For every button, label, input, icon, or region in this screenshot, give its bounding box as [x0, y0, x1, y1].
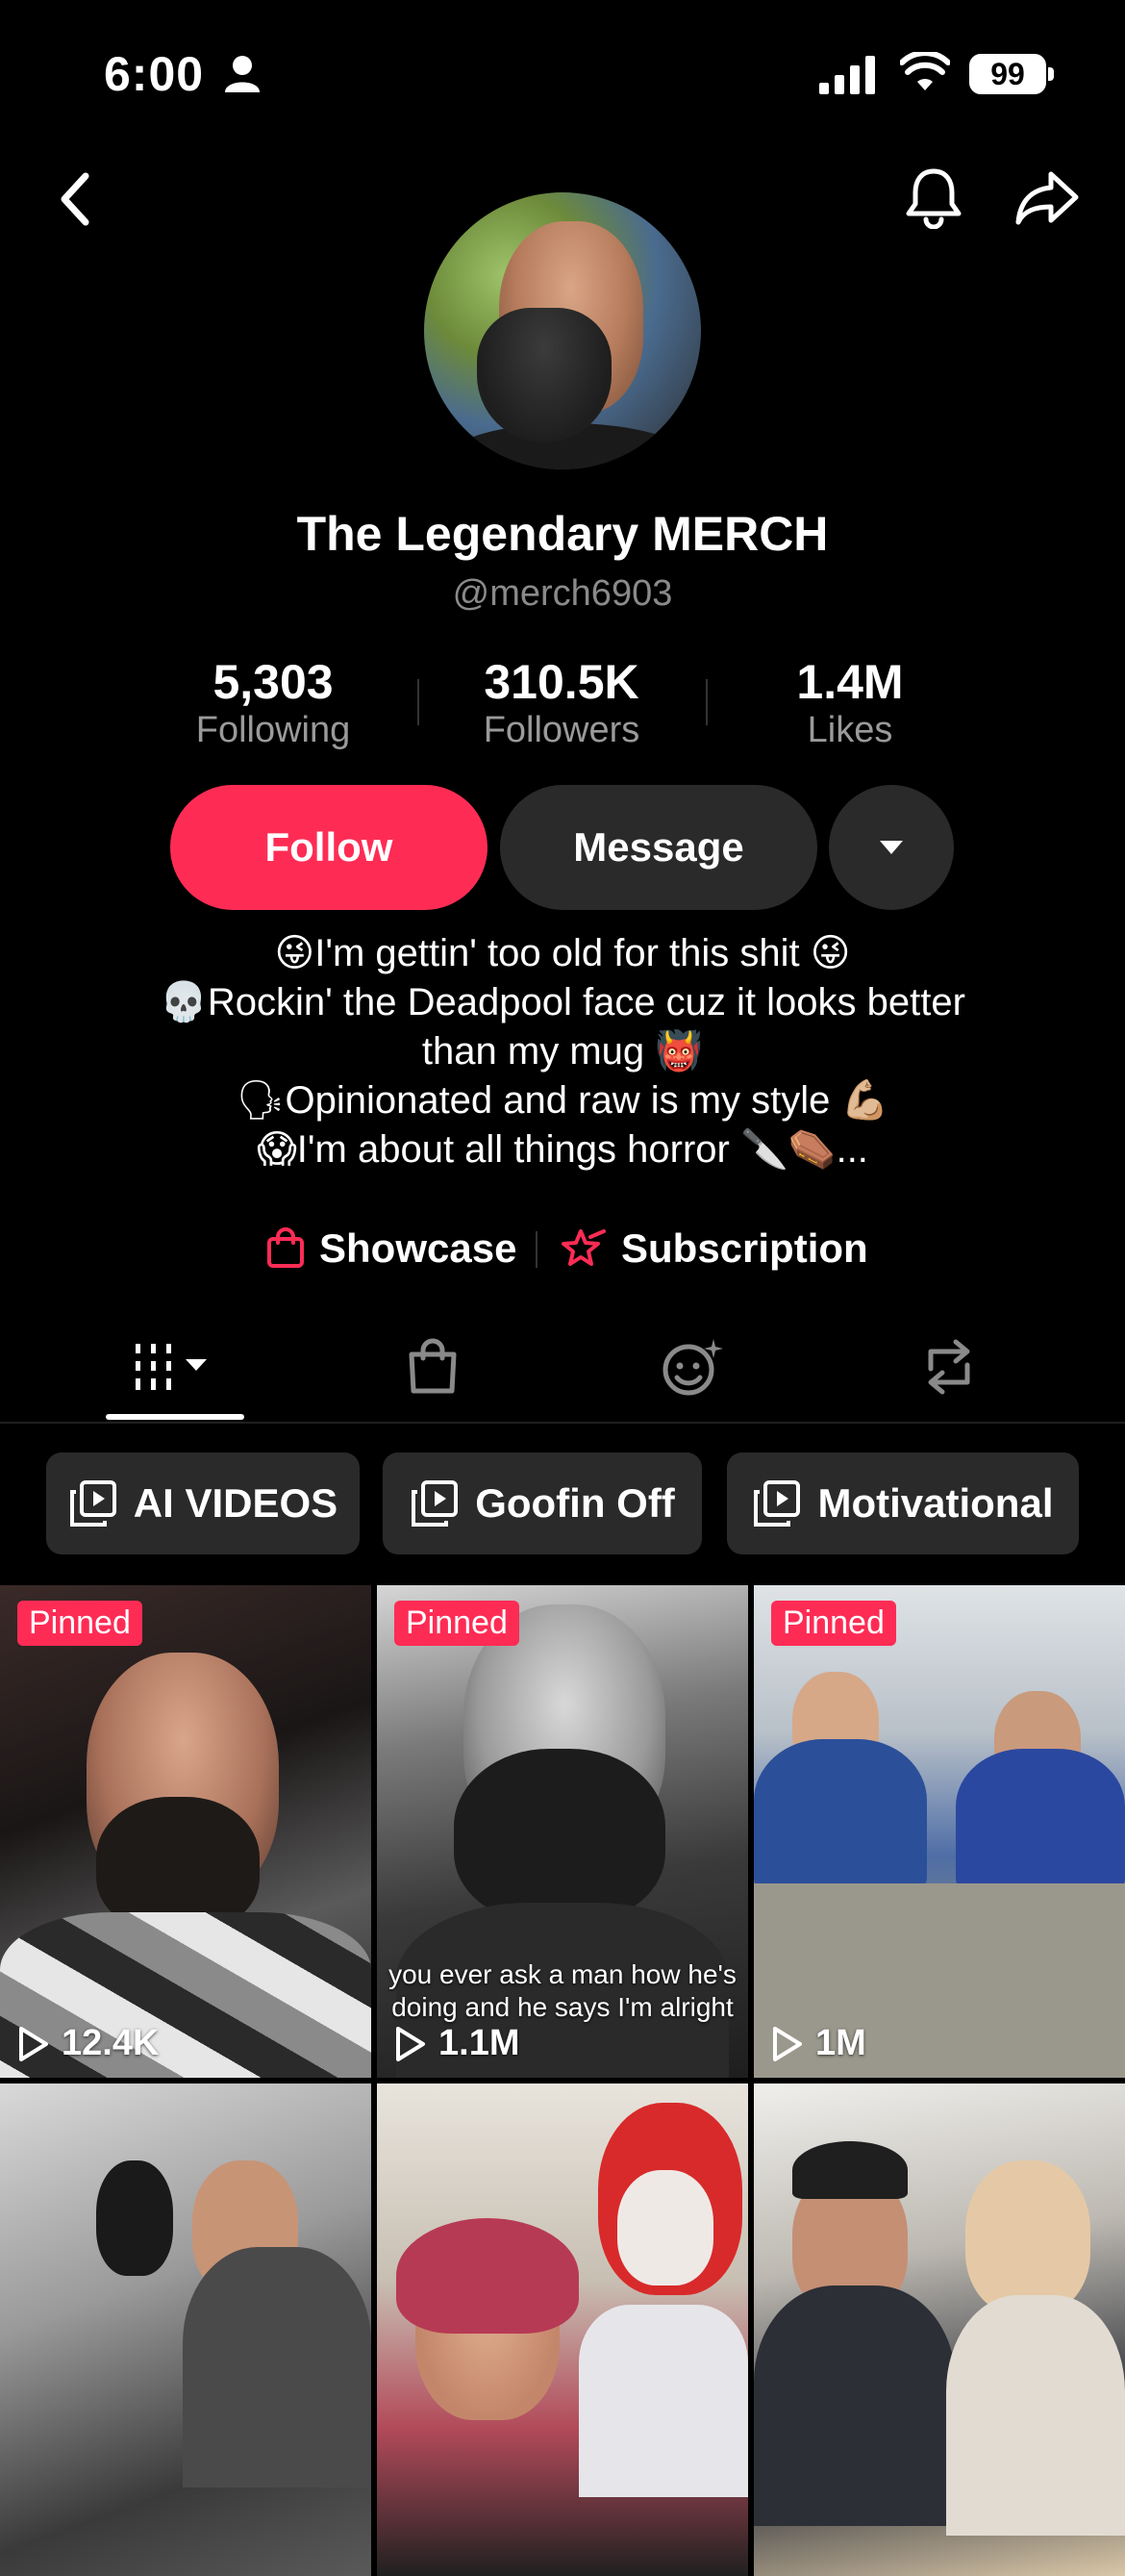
shopping-bag-icon	[267, 1227, 304, 1268]
bio-line: 😱I'm about all things horror 🔪⚰️...	[257, 1128, 868, 1171]
liked-icon	[662, 1339, 723, 1396]
playlist-icon	[412, 1480, 459, 1527]
display-name: The Legendary MERCH	[296, 507, 829, 561]
video-thumbnail[interactable]: Pinned you ever ask a man how he's doing…	[377, 1585, 748, 2078]
following-count: 5,303	[212, 655, 334, 709]
playlist-ai-videos[interactable]: AI VIDEOS	[46, 1452, 360, 1554]
followers-stat[interactable]: 310.5K Followers	[417, 654, 706, 751]
video-thumbnail[interactable]: Pinned 1M	[754, 1585, 1125, 2078]
play-icon	[773, 2026, 802, 2061]
tab-shop[interactable]	[356, 1324, 510, 1410]
video-thumbnail[interactable]: Pinned 12.4K	[0, 1585, 371, 2078]
bell-icon	[906, 168, 962, 229]
tab-liked[interactable]	[615, 1324, 769, 1410]
chevron-left-icon	[61, 172, 89, 226]
tab-videos[interactable]	[96, 1324, 250, 1410]
back-button[interactable]	[42, 165, 110, 233]
video-thumbnail[interactable]	[377, 2084, 748, 2576]
username: @merch6903	[452, 573, 673, 614]
subscription-label: Subscription	[621, 1225, 868, 1271]
showcase-label: Showcase	[319, 1225, 517, 1271]
wifi-icon	[900, 52, 950, 90]
play-icon	[396, 2026, 425, 2061]
likes-label: Likes	[807, 710, 893, 750]
playlist-label: Motivational	[817, 1480, 1054, 1526]
playlist-motivational[interactable]: Motivational	[727, 1452, 1079, 1554]
share-arrow-icon	[1015, 171, 1079, 225]
view-count: 12.4K	[15, 2023, 159, 2064]
bio-line: than my mug 👹	[421, 1030, 704, 1073]
notification-button[interactable]	[900, 164, 967, 231]
showcase-link[interactable]: Showcase	[265, 1220, 516, 1277]
playlist-icon	[754, 1480, 801, 1527]
bio-line: 🗣Opinionated and raw is my style 💪🏼	[236, 1079, 889, 1122]
pinned-badge: Pinned	[394, 1601, 519, 1646]
repost-icon	[928, 1339, 970, 1395]
person-icon	[225, 56, 260, 92]
playlist-goofin-off[interactable]: Goofin Off	[383, 1452, 702, 1554]
view-count: 1M	[769, 2023, 866, 2064]
pinned-badge: Pinned	[17, 1601, 142, 1646]
view-count-value: 1M	[815, 2023, 866, 2063]
caret-down-icon	[880, 841, 903, 854]
status-time: 6:00	[104, 47, 205, 101]
avatar[interactable]	[424, 192, 701, 469]
subscription-star-icon	[562, 1229, 606, 1266]
shopping-bag-icon	[409, 1338, 457, 1394]
followers-label: Followers	[483, 710, 640, 750]
tab-divider	[0, 1422, 1125, 1424]
tab-indicator	[106, 1414, 244, 1420]
subscription-link[interactable]: Subscription	[560, 1220, 868, 1277]
grid-icon	[136, 1344, 207, 1390]
battery-tip	[1048, 67, 1054, 81]
view-count: 1.1M	[392, 2023, 519, 2064]
view-count-value: 1.1M	[438, 2023, 520, 2063]
pinned-badge: Pinned	[771, 1601, 896, 1646]
playlist-icon	[69, 1480, 116, 1527]
battery-level: 99	[990, 56, 1025, 91]
view-count-value: 12.4K	[62, 2023, 160, 2063]
video-thumbnail[interactable]	[0, 2084, 371, 2576]
playlist-label: AI VIDEOS	[133, 1480, 338, 1526]
likes-count: 1.4M	[796, 655, 904, 709]
playlist-label: Goofin Off	[475, 1480, 675, 1526]
tab-repost[interactable]	[872, 1324, 1026, 1410]
play-icon	[19, 2026, 48, 2061]
following-stat[interactable]: 5,303 Following	[129, 654, 417, 751]
signal-icon	[819, 56, 875, 94]
likes-stat[interactable]: 1.4M Likes	[706, 654, 994, 751]
bio: 😜I'm gettin' too old for this shit 😜 💀Ro…	[58, 929, 1067, 1174]
video-thumbnail[interactable]	[754, 2084, 1125, 2576]
message-button[interactable]: Message	[500, 785, 817, 910]
bio-line: 😜I'm gettin' too old for this shit 😜	[274, 932, 851, 974]
follow-button[interactable]: Follow	[170, 785, 488, 910]
battery-indicator: 99	[969, 54, 1046, 94]
following-label: Following	[195, 710, 351, 750]
bio-line: 💀Rockin' the Deadpool face cuz it looks …	[160, 981, 965, 1023]
share-button[interactable]	[1013, 164, 1081, 231]
followers-count: 310.5K	[484, 655, 639, 709]
video-caption: you ever ask a man how he's doing and he…	[388, 1959, 737, 2022]
link-divider	[536, 1231, 538, 1268]
more-options-button[interactable]	[829, 785, 954, 910]
